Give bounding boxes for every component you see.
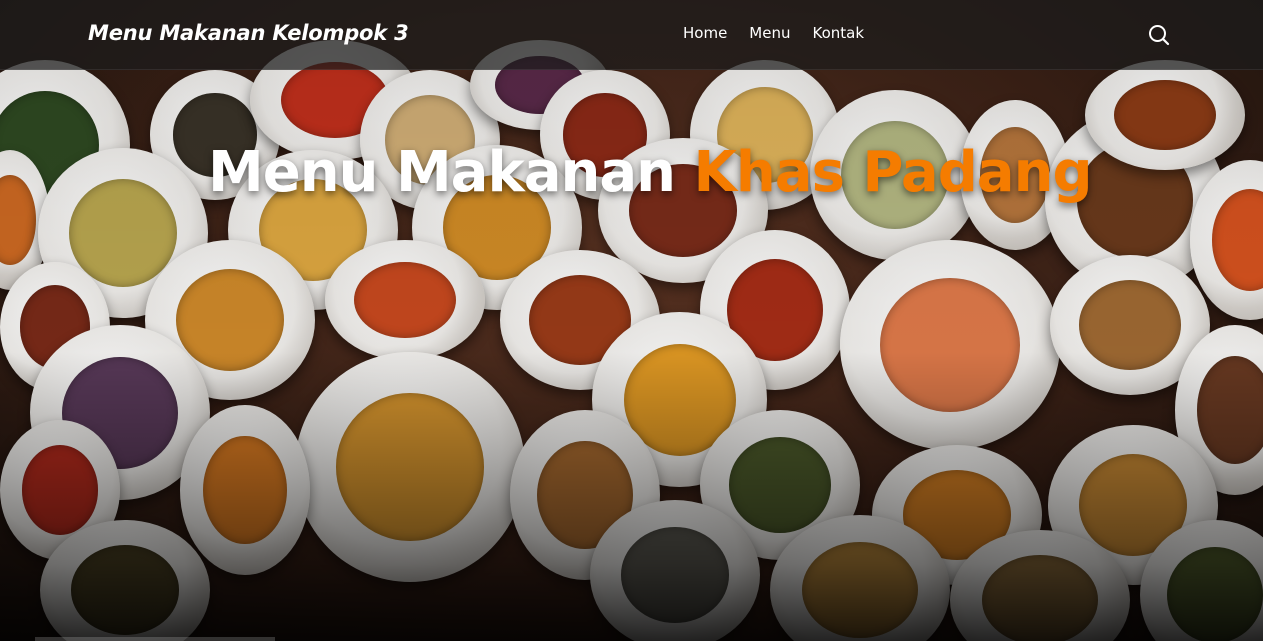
hero-overlay <box>0 0 1263 641</box>
hero-title: Menu Makanan Khas Padang <box>208 140 1093 205</box>
nav-menu: Home Menu Kontak <box>683 24 864 42</box>
nav-link-home[interactable]: Home <box>683 24 727 42</box>
hero-title-highlight: Khas Padang <box>693 140 1093 205</box>
search-icon <box>1149 25 1170 46</box>
nav-link-menu[interactable]: Menu <box>749 24 790 42</box>
hero-title-main: Menu Makanan <box>208 140 694 205</box>
nav-link-kontak[interactable]: Kontak <box>812 24 864 42</box>
search-button[interactable] <box>1146 22 1172 48</box>
page: Menu Makanan Kelompok 3 Home Menu Kontak… <box>0 0 1263 641</box>
brand-logo-link[interactable]: Menu Makanan Kelompok 3 <box>88 21 409 45</box>
top-navbar: Menu Makanan Kelompok 3 Home Menu Kontak <box>0 0 1263 70</box>
bottom-divider <box>35 637 275 641</box>
